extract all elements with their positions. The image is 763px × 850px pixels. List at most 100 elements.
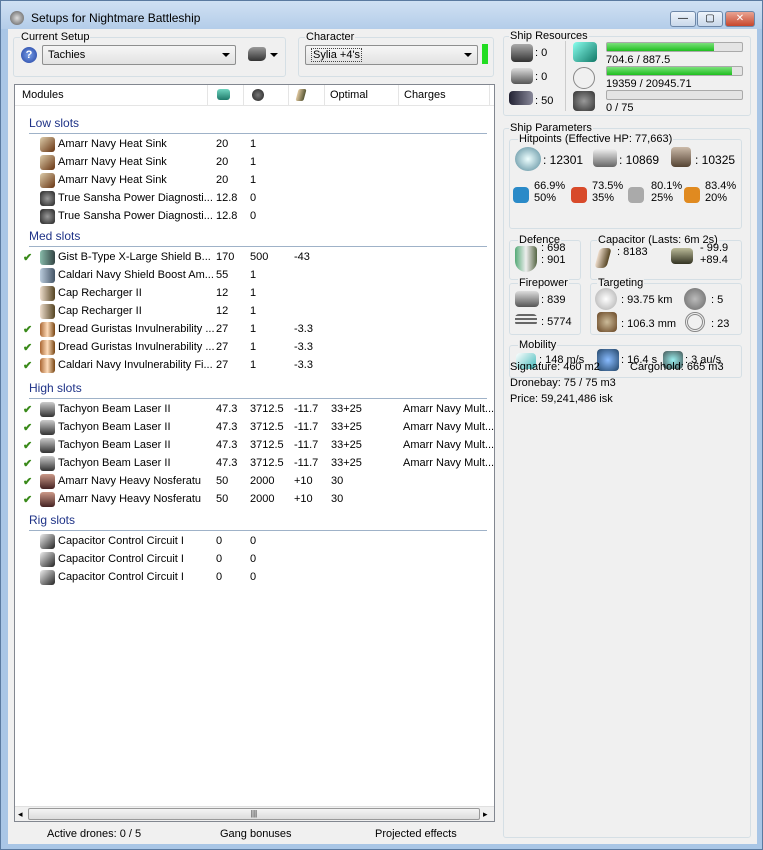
- module-row[interactable]: Amarr Navy Heat Sink 20 1: [15, 136, 494, 154]
- cargohold: Cargohold: 665 m3: [630, 361, 724, 373]
- module-row[interactable]: Capacitor Control Circuit I 0 0: [15, 533, 494, 551]
- module-row[interactable]: Capacitor Control Circuit I 0 0: [15, 569, 494, 587]
- module-optimal: 30: [331, 475, 344, 487]
- module-row[interactable]: Capacitor Control Circuit I 0 0: [15, 551, 494, 569]
- module-pg: 0: [250, 535, 257, 547]
- module-cpu: 12: [216, 287, 229, 299]
- scan-resolution: : 106.3 mm: [621, 318, 677, 330]
- modules-list[interactable]: Modules Optimal Charges Low slots Amarr N…: [14, 84, 495, 822]
- chevron-down-icon[interactable]: [270, 53, 278, 57]
- col-optimal[interactable]: Optimal: [330, 89, 368, 101]
- character-dropdown[interactable]: Sylia +4's: [305, 45, 478, 65]
- scrollbar-thumb[interactable]: |||: [28, 808, 480, 820]
- module-pg: 1: [250, 323, 257, 335]
- title-bar[interactable]: Setups for Nightmare Battleship — ▢ ✕: [1, 1, 762, 29]
- active-check-icon[interactable]: ✔: [23, 475, 32, 488]
- active-drones-button[interactable]: Active drones: 0 / 5: [47, 828, 141, 840]
- setup-dropdown[interactable]: Tachies: [42, 45, 236, 65]
- module-pg: 2000: [250, 475, 275, 487]
- cpu-icon[interactable]: [217, 89, 230, 100]
- current-setup-label: Current Setup: [20, 31, 91, 43]
- resist-base: 50%: [534, 192, 557, 204]
- module-pg: 1: [250, 359, 257, 371]
- module-row[interactable]: Cap Recharger II 12 1: [15, 303, 494, 321]
- module-cap: -3.3: [294, 359, 313, 371]
- module-row[interactable]: ✔ Tachyon Beam Laser II 47.3 3712.5 -11.7 33+…: [15, 437, 494, 455]
- col-modules[interactable]: Modules: [22, 89, 64, 101]
- module-row[interactable]: True Sansha Power Diagnosti... 12.8 0: [15, 208, 494, 226]
- active-check-icon[interactable]: ✔: [23, 403, 32, 416]
- module-row[interactable]: ✔ Tachyon Beam Laser II 47.3 3712.5 -11.7 33+…: [15, 419, 494, 437]
- module-name: Gist B-Type X-Large Shield B...: [58, 251, 211, 263]
- active-check-icon[interactable]: ✔: [23, 251, 32, 264]
- scroll-left-arrow[interactable]: ◂: [18, 809, 23, 820]
- horizontal-scrollbar[interactable]: ◂ ||| ▸: [15, 806, 494, 821]
- powergrid-icon[interactable]: [252, 89, 264, 101]
- active-check-icon[interactable]: ✔: [23, 457, 32, 470]
- drone-bandwidth-value: 0 / 75: [606, 102, 634, 114]
- module-pg: 1: [250, 269, 257, 281]
- module-row[interactable]: ✔ Dread Guristas Invulnerability ... 27 1 -3…: [15, 321, 494, 339]
- active-check-icon[interactable]: ✔: [23, 421, 32, 434]
- module-row[interactable]: True Sansha Power Diagnosti... 12.8 0: [15, 190, 494, 208]
- signature: Signature: 460 m2: [510, 361, 600, 373]
- minimize-button[interactable]: —: [670, 11, 696, 27]
- em-icon: [513, 187, 529, 203]
- ship-icon[interactable]: [248, 47, 266, 61]
- module-row[interactable]: Caldari Navy Shield Boost Am... 55 1: [15, 267, 494, 285]
- maximize-button[interactable]: ▢: [697, 11, 723, 27]
- resist-value: 66.9% 50%: [534, 180, 565, 204]
- resist-effective: 66.9%: [534, 180, 566, 192]
- cap-recharger-icon: [40, 304, 55, 319]
- client-area: Current Setup ? Tachies Character Sylia …: [8, 29, 757, 844]
- app-icon: [10, 11, 24, 25]
- drone-bandwidth-bar: [606, 90, 743, 100]
- active-check-icon[interactable]: ✔: [23, 323, 32, 336]
- module-row[interactable]: ✔ Gist B-Type X-Large Shield B... 170 500 -4…: [15, 249, 494, 267]
- module-row[interactable]: ✔ Tachyon Beam Laser II 47.3 3712.5 -11.7 33+…: [15, 401, 494, 419]
- module-row[interactable]: ✔ Tachyon Beam Laser II 47.3 3712.5 -11.7 33+…: [15, 455, 494, 473]
- module-cpu: 0: [216, 535, 223, 547]
- active-check-icon[interactable]: ✔: [23, 359, 32, 372]
- character-value: Sylia +4's: [311, 48, 363, 62]
- gang-bonuses-button[interactable]: Gang bonuses: [220, 828, 292, 840]
- heat-sink-icon: [40, 137, 55, 152]
- module-name: Amarr Navy Heavy Nosferatu: [58, 493, 202, 505]
- module-row[interactable]: ✔ Caldari Navy Invulnerability Fi... 27 1 -3…: [15, 357, 494, 375]
- module-pg: 1: [250, 156, 257, 168]
- question-icon[interactable]: ?: [21, 47, 37, 63]
- active-check-icon[interactable]: ✔: [23, 439, 32, 452]
- module-optimal: 33+25: [331, 421, 362, 433]
- scroll-right-arrow[interactable]: ▸: [483, 809, 488, 820]
- module-cpu: 50: [216, 475, 229, 487]
- powergrid-bar: [606, 66, 743, 76]
- module-cpu: 20: [216, 156, 229, 168]
- close-button[interactable]: ✕: [725, 11, 755, 27]
- defence-value-a: : 698: [541, 242, 566, 254]
- cpu-value: 704.6 / 887.5: [606, 54, 671, 66]
- module-cap: -3.3: [294, 323, 313, 335]
- volley-icon: [515, 314, 537, 326]
- module-name: Amarr Navy Heat Sink: [58, 138, 167, 150]
- active-check-icon[interactable]: ✔: [23, 341, 32, 354]
- window: Setups for Nightmare Battleship — ▢ ✕ Cu…: [0, 0, 763, 850]
- module-row[interactable]: Amarr Navy Heat Sink 20 1: [15, 154, 494, 172]
- active-check-icon[interactable]: ✔: [23, 493, 32, 506]
- module-row[interactable]: ✔ Dread Guristas Invulnerability ... 27 1 -3…: [15, 339, 494, 357]
- mobility-title: Mobility: [518, 339, 558, 351]
- section-divider: [29, 398, 487, 399]
- module-name: Tachyon Beam Laser II: [58, 457, 171, 469]
- projected-effects-button[interactable]: Projected effects: [375, 828, 457, 840]
- module-row[interactable]: ✔ Amarr Navy Heavy Nosferatu 50 2000 +10 30: [15, 473, 494, 491]
- col-charges[interactable]: Charges: [404, 89, 446, 101]
- module-pg: 3712.5: [250, 439, 284, 451]
- dronebay: Dronebay: 75 / 75 m3: [510, 377, 616, 389]
- module-row[interactable]: ✔ Amarr Navy Heavy Nosferatu 50 2000 +10 30: [15, 491, 494, 509]
- module-cpu: 20: [216, 138, 229, 150]
- capacitor-icon[interactable]: [295, 89, 307, 101]
- module-row[interactable]: Amarr Navy Heat Sink 20 1: [15, 172, 494, 190]
- module-name: Amarr Navy Heavy Nosferatu: [58, 475, 202, 487]
- launcher-hardpoint-icon: [511, 68, 533, 84]
- module-row[interactable]: Cap Recharger II 12 1: [15, 285, 494, 303]
- module-pg: 0: [250, 210, 257, 222]
